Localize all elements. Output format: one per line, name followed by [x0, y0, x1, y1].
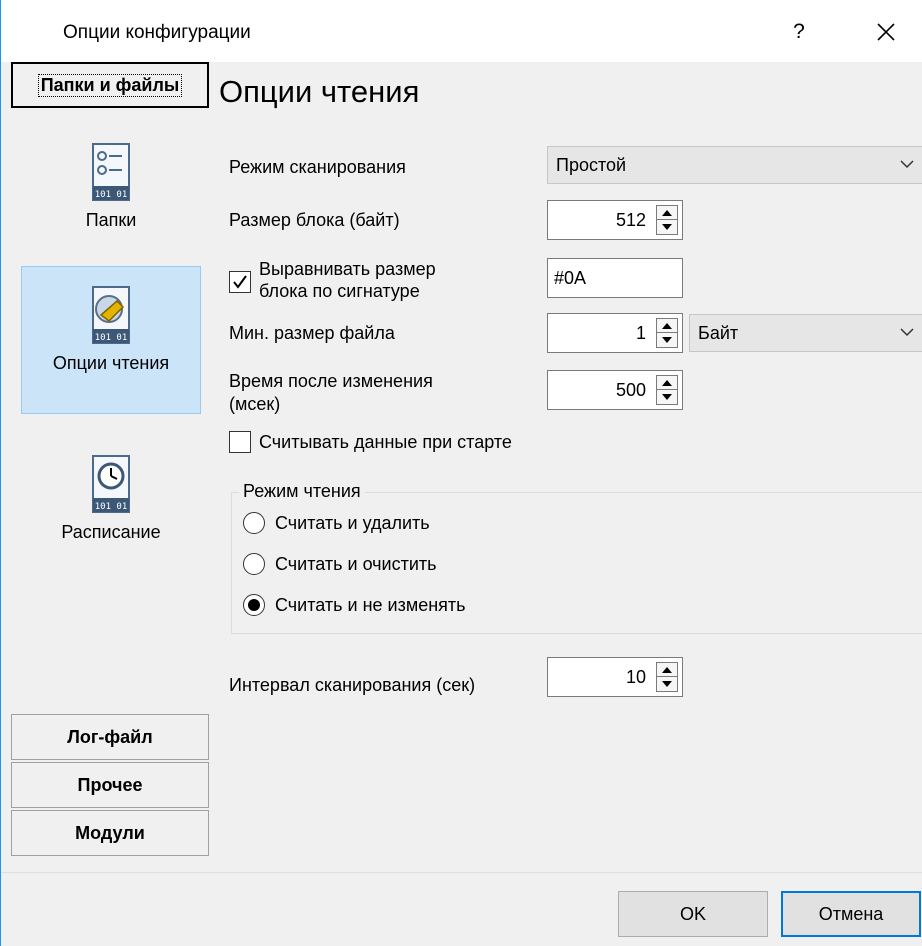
nav-item-read-options-label: Опции чтения	[52, 353, 170, 373]
time-after-change-value: 500	[615, 380, 646, 400]
spin-down-button[interactable]	[657, 390, 677, 404]
checkmark-icon	[233, 275, 247, 289]
radio-read-and-delete-label: Считать и удалить	[275, 513, 430, 533]
config-options-dialog: Опции конфигурации ? Папки и файлы 101 0…	[0, 0, 922, 946]
dialog-footer: OK Отмена	[1, 872, 922, 946]
scan-interval-value: 10	[625, 667, 646, 687]
close-icon	[877, 23, 895, 41]
svg-text:101 01: 101 01	[95, 502, 128, 512]
read-on-start-checkbox[interactable]	[229, 431, 251, 453]
spin-down-button[interactable]	[657, 677, 677, 691]
svg-text:101 01: 101 01	[95, 333, 128, 343]
arrow-up-icon	[662, 379, 672, 386]
time-after-change-spin-buttons	[656, 375, 678, 405]
arrow-up-icon	[662, 322, 672, 329]
file-size-unit-value: Байт	[698, 322, 739, 343]
align-block-label-line2: блока по сигнатуре	[259, 281, 420, 301]
arrow-up-icon	[662, 209, 672, 216]
nav-item-read-options[interactable]: 101 01 Опции чтения	[21, 266, 201, 414]
title-bar: Опции конфигурации ?	[1, 0, 922, 62]
spin-up-button[interactable]	[657, 206, 677, 220]
min-file-size-spinner[interactable]: 1	[547, 313, 683, 353]
chevron-down-icon	[900, 160, 914, 169]
cancel-button[interactable]: Отмена	[781, 891, 921, 937]
block-size-spin-buttons	[656, 205, 678, 235]
chevron-down-icon	[900, 328, 914, 337]
section-other-label: Прочее	[77, 774, 143, 795]
align-block-label: Выравнивать размер блока по сигнатуре	[259, 258, 436, 302]
spin-down-button[interactable]	[657, 333, 677, 347]
window-title: Опции конфигурации	[63, 22, 251, 43]
spin-up-button[interactable]	[657, 376, 677, 390]
section-other[interactable]: Прочее	[11, 762, 209, 808]
read-on-start-label: Считывать данные при старте	[259, 432, 512, 452]
time-after-change-label-line1: Время после изменения	[229, 371, 433, 391]
left-navigation-panel: Папки и файлы 101 01 Папки 101 01 Опции …	[11, 62, 211, 872]
arrow-down-icon	[662, 394, 672, 400]
page-title: Опции чтения	[219, 74, 420, 109]
spin-up-button[interactable]	[657, 663, 677, 677]
radio-read-and-delete[interactable]	[243, 512, 265, 534]
arrow-down-icon	[662, 337, 672, 343]
section-folders-files[interactable]: Папки и файлы	[11, 62, 209, 108]
radio-read-and-clear-label: Считать и очистить	[275, 554, 437, 574]
nav-item-folders-label: Папки	[85, 210, 137, 230]
nav-list: 101 01 Папки 101 01 Опции чтения 101 01 …	[11, 114, 211, 714]
section-modules-label: Модули	[75, 822, 145, 843]
time-after-change-label-line2: (мсек)	[229, 394, 281, 414]
align-block-label-line1: Выравнивать размер	[259, 259, 436, 279]
schedule-icon: 101 01	[92, 455, 130, 513]
radio-read-no-change[interactable]	[243, 594, 265, 616]
min-file-size-spin-buttons	[656, 318, 678, 348]
arrow-down-icon	[662, 224, 672, 230]
spin-up-button[interactable]	[657, 319, 677, 333]
scan-interval-spinner[interactable]: 10	[547, 657, 683, 697]
arrow-down-icon	[662, 681, 672, 687]
scan-mode-select[interactable]: Простой	[547, 146, 922, 184]
scan-interval-label: Интервал сканирования (сек)	[229, 675, 476, 695]
section-folders-files-label: Папки и файлы	[37, 73, 183, 97]
nav-item-schedule[interactable]: 101 01 Расписание	[21, 436, 201, 584]
read-mode-group-title: Режим чтения	[239, 481, 365, 502]
block-size-spinner[interactable]: 512	[547, 200, 683, 240]
radio-read-and-clear[interactable]	[243, 553, 265, 575]
block-size-value: 512	[615, 210, 646, 230]
nav-item-folders[interactable]: 101 01 Папки	[21, 124, 201, 272]
section-modules[interactable]: Модули	[11, 810, 209, 856]
ok-button[interactable]: OK	[618, 891, 768, 937]
scan-mode-label: Режим сканирования	[229, 157, 406, 177]
help-button[interactable]: ?	[784, 17, 814, 47]
arrow-up-icon	[662, 666, 672, 673]
signature-input[interactable]: #0A	[547, 258, 683, 298]
time-after-change-spinner[interactable]: 500	[547, 370, 683, 410]
align-block-checkbox[interactable]	[229, 271, 251, 293]
section-log-file-label: Лог-файл	[67, 726, 153, 747]
block-size-label: Размер блока (байт)	[229, 210, 400, 230]
read-options-icon: 101 01	[92, 286, 130, 344]
time-after-change-label: Время после изменения (мсек)	[229, 370, 433, 416]
close-button[interactable]	[871, 17, 901, 47]
section-log-file[interactable]: Лог-файл	[11, 714, 209, 760]
folders-icon: 101 01	[92, 143, 130, 201]
scan-mode-value: Простой	[556, 154, 627, 175]
svg-text:101 01: 101 01	[95, 190, 128, 200]
file-size-unit-select[interactable]: Байт	[689, 314, 922, 352]
min-file-size-label: Мин. размер файла	[229, 323, 395, 343]
spin-down-button[interactable]	[657, 220, 677, 234]
scan-interval-spin-buttons	[656, 662, 678, 692]
min-file-size-value: 1	[635, 323, 646, 343]
radio-read-no-change-label: Считать и не изменять	[275, 595, 466, 615]
nav-item-schedule-label: Расписание	[61, 522, 161, 542]
